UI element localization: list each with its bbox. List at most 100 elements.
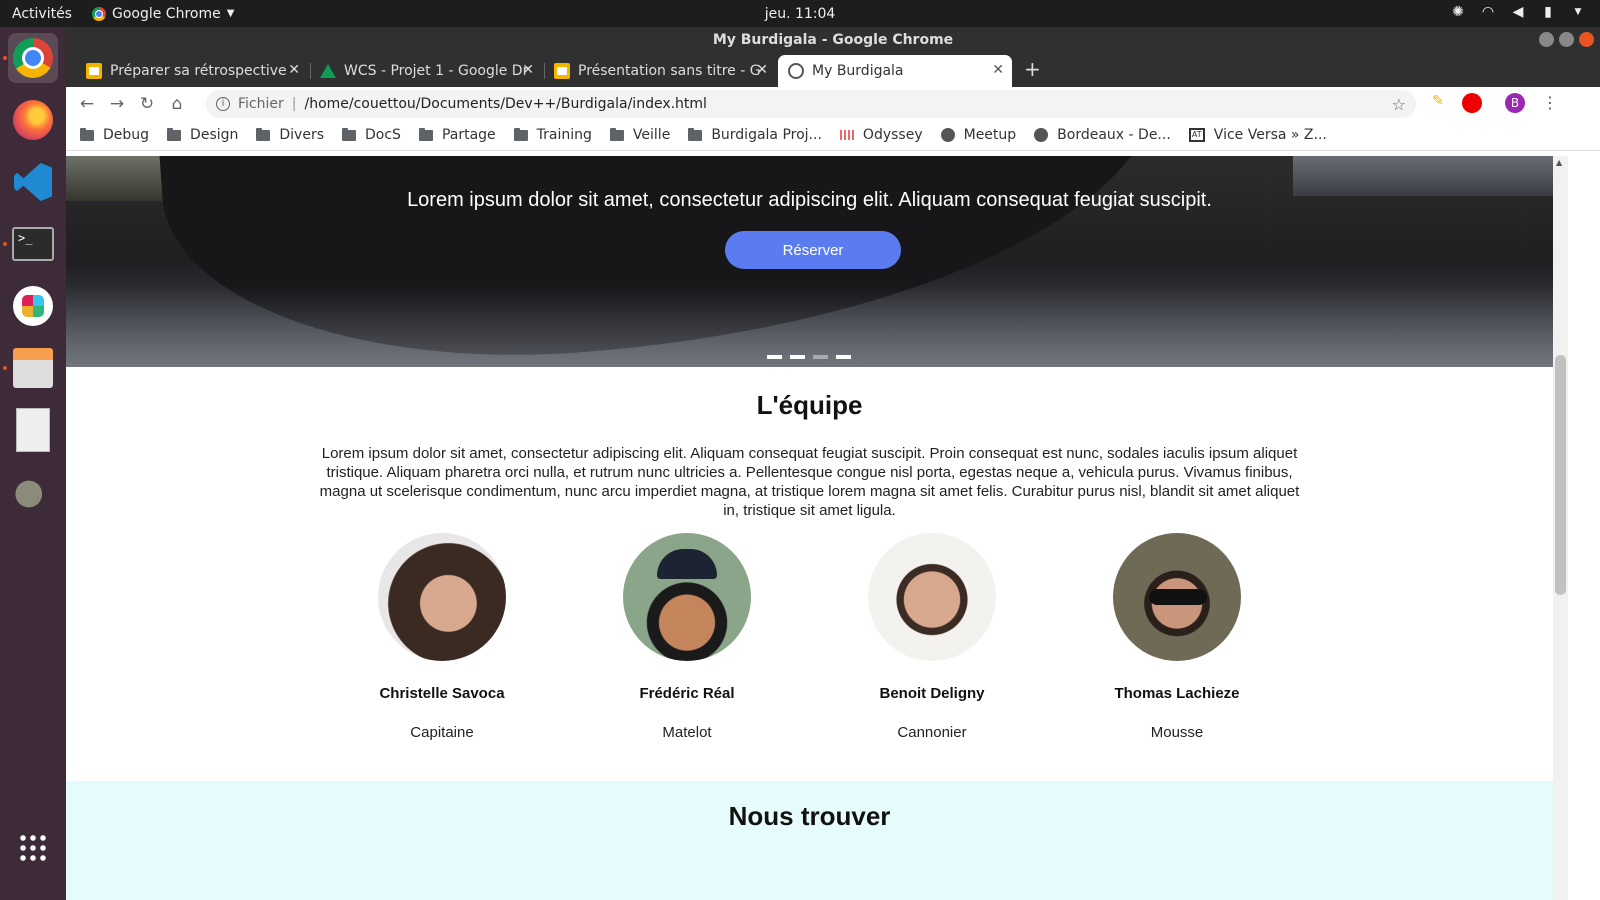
clock[interactable]: jeu. 11:04	[765, 6, 836, 22]
volume-icon[interactable]: ◀	[1510, 4, 1526, 20]
bookmark-debug[interactable]: Debug	[80, 127, 149, 143]
window-titlebar[interactable]: My Burdigala - Google Chrome	[66, 27, 1600, 53]
close-tab-icon[interactable]: ✕	[756, 62, 768, 78]
team-title: L'équipe	[756, 390, 863, 420]
window-title: My Burdigala - Google Chrome	[712, 32, 954, 48]
dock-chrome[interactable]	[8, 33, 58, 83]
hero-text: Lorem ipsum dolor sit amet, consectetur …	[407, 189, 1212, 211]
bookmark-label: Burdigala Proj...	[711, 127, 822, 143]
close-tab-icon[interactable]: ✕	[522, 62, 534, 78]
carousel-indicator[interactable]	[767, 355, 782, 359]
carousel-indicators	[767, 355, 851, 359]
wifi-icon[interactable]: ◠	[1480, 4, 1496, 20]
chrome-menu-icon[interactable]: ⋮	[1540, 93, 1560, 113]
dock-files[interactable]	[8, 343, 58, 393]
document-icon	[16, 408, 50, 452]
gimp-icon	[12, 479, 54, 509]
find-us-title: Nous trouver	[728, 801, 891, 831]
extension-red-icon[interactable]	[1462, 93, 1482, 113]
url-text[interactable]: /home/couettou/Documents/Dev++/Burdigala…	[304, 96, 706, 112]
folder-icon	[418, 127, 433, 141]
bookmark-label: Meetup	[963, 127, 1017, 143]
viceversa-icon: AT	[1188, 128, 1205, 142]
find-us-section: Nous trouver	[66, 781, 1553, 900]
dock-firefox[interactable]	[8, 95, 58, 145]
bookmark-label: Bordeaux - De...	[1057, 127, 1171, 143]
forward-icon[interactable]: →	[102, 94, 132, 114]
battery-icon[interactable]: ▮	[1540, 4, 1556, 20]
extension-icon[interactable]: ✎	[1432, 93, 1452, 113]
drive-icon	[320, 64, 336, 78]
system-tray[interactable]: ✺ ◠ ◀ ▮ ▼	[1450, 4, 1586, 20]
bookmark-design[interactable]: Design	[167, 127, 238, 143]
bookmark-training[interactable]: Training	[513, 127, 592, 143]
bookmark-meetup[interactable]: Meetup	[940, 127, 1017, 143]
minimize-button[interactable]	[1539, 32, 1554, 47]
bookmark-odyssey[interactable]: Odyssey	[839, 127, 923, 143]
show-applications-button[interactable]	[8, 823, 58, 873]
gnome-top-bar: Activités Google Chrome ▼ jeu. 11:04 ✺ ◠…	[0, 0, 1600, 27]
tab-my-burdigala[interactable]: My Burdigala ✕	[778, 55, 1012, 87]
reserve-button[interactable]: Réserver	[725, 231, 901, 269]
page-viewport[interactable]: Lorem ipsum dolor sit amet, consectetur …	[66, 156, 1553, 900]
bookmark-label: Partage	[441, 127, 496, 143]
info-icon[interactable]: i	[216, 97, 230, 111]
firefox-icon	[13, 100, 53, 140]
bookmark-burdigala-proj[interactable]: Burdigala Proj...	[688, 127, 822, 143]
vscode-icon	[14, 163, 52, 201]
folder-icon	[513, 127, 528, 141]
member-role: Capitaine	[410, 724, 474, 741]
app-menu-label: Google Chrome	[111, 5, 221, 22]
running-indicator	[3, 56, 7, 60]
activities-button[interactable]: Activités	[12, 6, 72, 22]
avatar	[378, 533, 506, 661]
running-indicator	[3, 242, 7, 246]
bookmark-divers[interactable]: Divers	[256, 127, 324, 143]
weather-icon[interactable]: ✺	[1450, 4, 1466, 20]
bookmark-veille[interactable]: Veille	[609, 127, 671, 143]
tab-retro[interactable]: Préparer sa rétrospective ✕	[76, 55, 308, 87]
maximize-button[interactable]	[1559, 32, 1574, 47]
dock-terminal[interactable]: >_	[8, 219, 58, 269]
home-icon[interactable]: ⌂	[162, 94, 192, 114]
bookmark-docs[interactable]: DocS	[342, 127, 401, 143]
address-bar[interactable]: i Fichier | /home/couettou/Documents/Dev…	[206, 90, 1416, 118]
tab-presentation[interactable]: Présentation sans titre - G ✕	[544, 55, 776, 87]
caret-down-icon: ▼	[226, 8, 235, 19]
new-tab-button[interactable]: +	[1024, 57, 1041, 81]
profile-avatar[interactable]: B	[1505, 93, 1525, 113]
carousel-indicator[interactable]	[836, 355, 851, 359]
dock-slack[interactable]	[8, 281, 58, 331]
tab-label: Présentation sans titre - G	[578, 63, 761, 79]
close-tab-icon[interactable]: ✕	[992, 62, 1004, 78]
bookmark-star-icon[interactable]: ☆	[1392, 95, 1406, 114]
close-tab-icon[interactable]: ✕	[288, 62, 300, 78]
chrome-icon	[91, 6, 106, 21]
scroll-up-icon[interactable]: ▲	[1556, 158, 1562, 167]
carousel-indicator[interactable]	[790, 355, 805, 359]
dock-text-editor[interactable]	[8, 405, 58, 455]
app-menu[interactable]: Google Chrome ▼	[91, 5, 235, 22]
slides-icon	[86, 63, 102, 79]
bookmark-bordeaux[interactable]: Bordeaux - De...	[1034, 127, 1171, 143]
bookmark-label: Veille	[632, 127, 671, 143]
scrollbar-thumb[interactable]	[1555, 355, 1566, 595]
tab-strip: Préparer sa rétrospective ✕ WCS - Projet…	[66, 53, 1600, 87]
slack-icon	[13, 286, 53, 326]
dock-vscode[interactable]	[8, 157, 58, 207]
page-scrollbar[interactable]: ▲	[1553, 156, 1568, 900]
bookmark-vice-versa[interactable]: AT Vice Versa » Z...	[1188, 127, 1327, 143]
dock-gimp[interactable]	[8, 469, 58, 519]
member-name: Frédéric Réal	[639, 685, 735, 702]
back-icon[interactable]: ←	[72, 94, 102, 114]
folder-icon	[167, 127, 182, 141]
carousel-indicator-active[interactable]	[813, 355, 828, 359]
caret-down-icon[interactable]: ▼	[1570, 4, 1586, 20]
tab-drive[interactable]: WCS - Projet 1 - Google Dr ✕	[310, 55, 542, 87]
reload-icon[interactable]: ↻	[132, 94, 162, 114]
tab-label: My Burdigala	[812, 63, 904, 79]
close-window-button[interactable]	[1579, 32, 1594, 47]
member-name: Christelle Savoca	[379, 685, 505, 702]
bookmark-partage[interactable]: Partage	[418, 127, 496, 143]
tab-label: Préparer sa rétrospective	[110, 63, 287, 79]
